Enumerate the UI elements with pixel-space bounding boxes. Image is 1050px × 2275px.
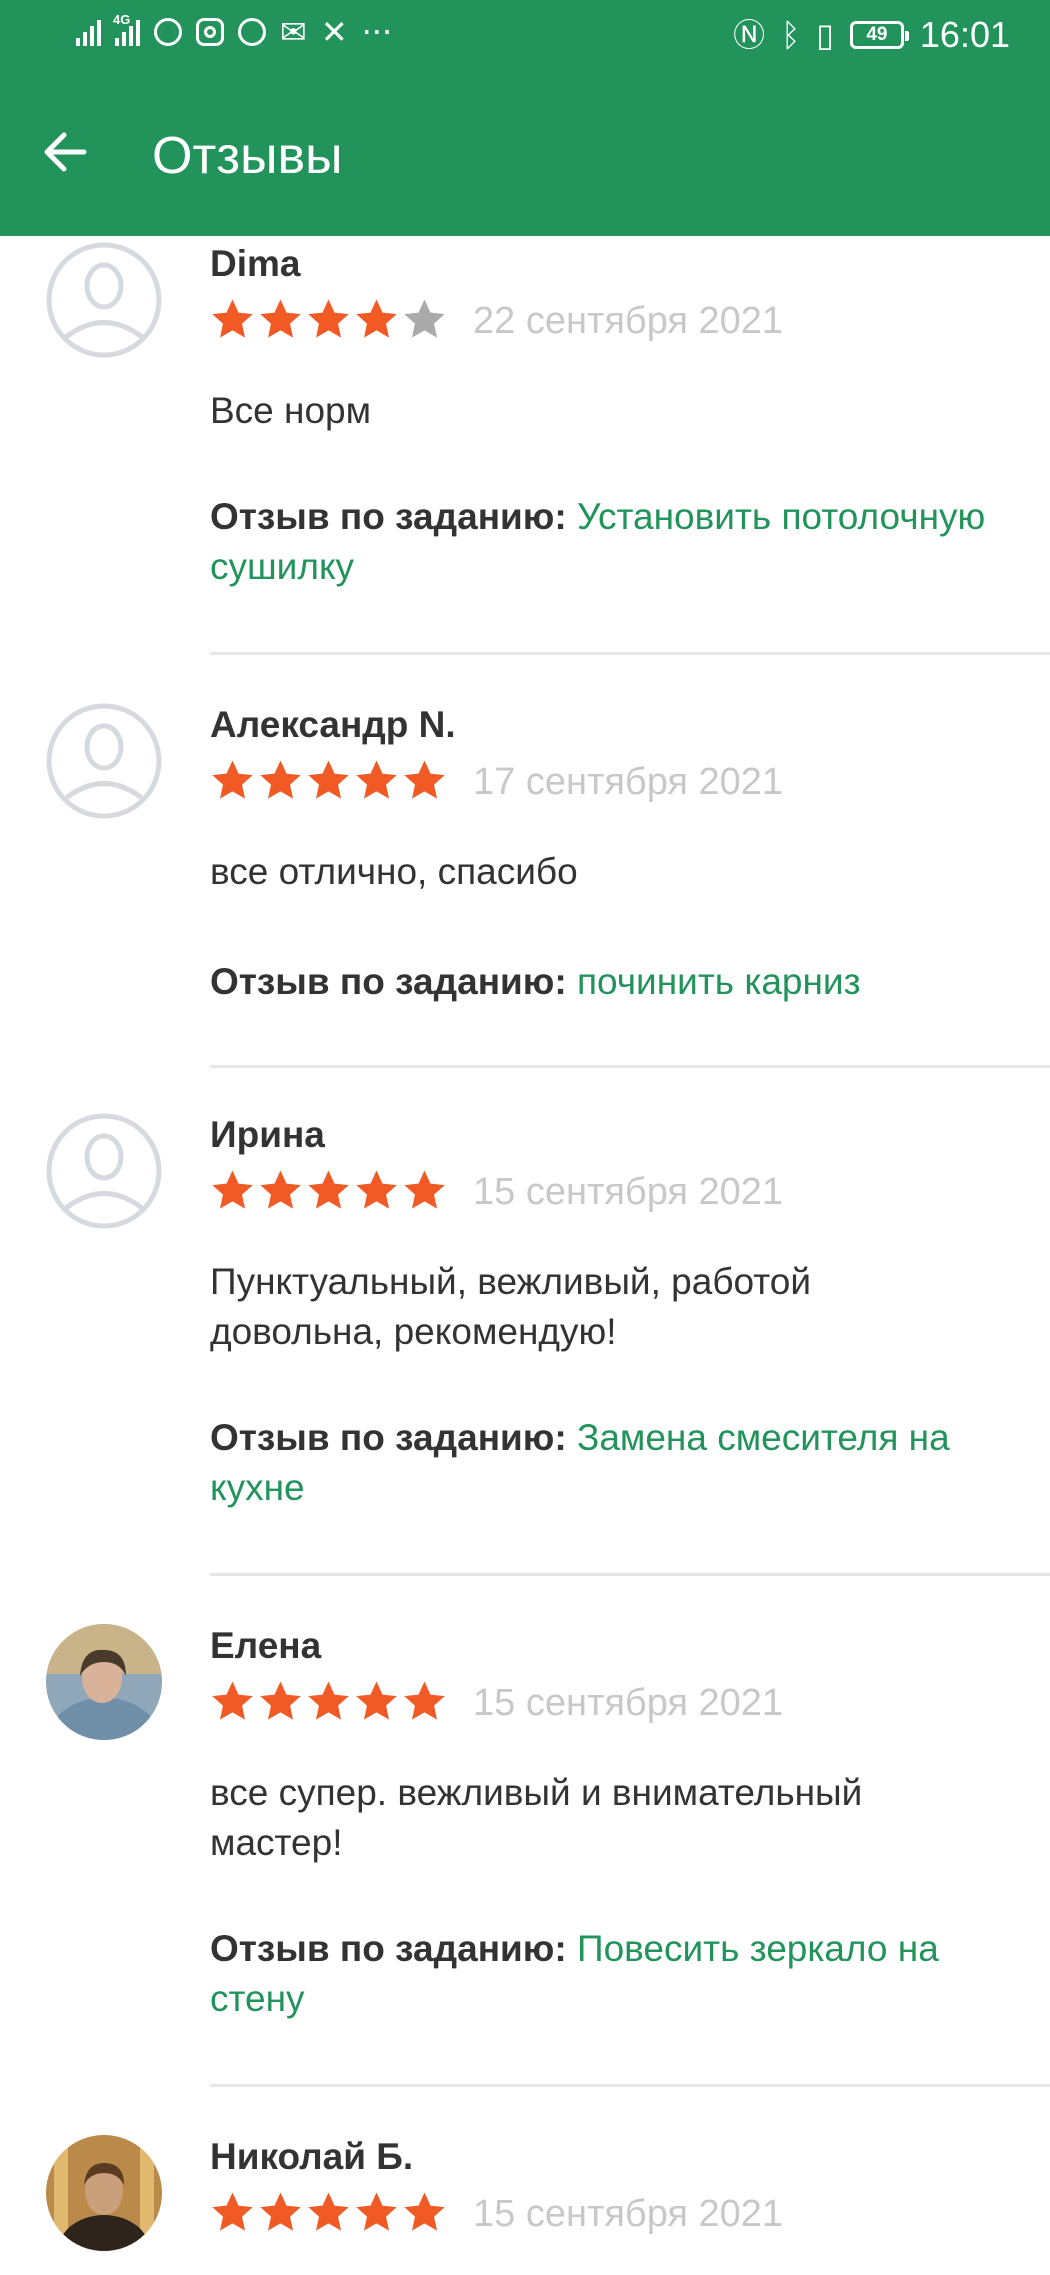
arrow-left-icon[interactable]: [38, 124, 94, 180]
rating-stars: [210, 1680, 447, 1723]
task-label: Отзыв по заданию:: [210, 1417, 567, 1458]
star-filled-icon: [356, 1170, 397, 1209]
star-filled-icon: [308, 1681, 349, 1720]
status-bar-right: Ⓝ ᛒ ▯ 49 16:01: [733, 14, 1010, 56]
star-filled-icon: [404, 1170, 445, 1209]
star-filled-icon: [260, 1170, 301, 1209]
star-filled-icon: [404, 2192, 445, 2231]
avatar-placeholder-icon: [46, 242, 162, 358]
x-icon: ✕: [320, 13, 348, 51]
network-type: 4G: [113, 12, 131, 27]
reviewer-name: Николай Б.: [210, 2136, 414, 2177]
star-filled-icon: [212, 760, 253, 799]
review-date: 15 сентября 2021: [473, 2193, 784, 2235]
divider: [210, 1573, 1050, 1576]
rating-stars: [210, 1169, 447, 1212]
rating-stars: [210, 2191, 447, 2234]
review-text: все супер. вежливый и внимательный масте…: [210, 1772, 863, 1863]
avatar-placeholder-icon: [46, 703, 162, 819]
star-filled-icon: [260, 299, 301, 338]
task-label: Отзыв по заданию:: [210, 496, 567, 537]
review-date: 15 сентября 2021: [473, 1682, 784, 1724]
star-filled-icon: [308, 760, 349, 799]
task-label: Отзыв по заданию:: [210, 961, 567, 1002]
messenger-icon: [238, 18, 266, 46]
star-filled-icon: [308, 299, 349, 338]
review-task: Отзыв по заданию: Замена смесителя на ку…: [210, 1413, 1040, 1513]
signal-icon: [76, 18, 101, 46]
review-date: 15 сентября 2021: [473, 1171, 784, 1213]
star-filled-icon: [260, 760, 301, 799]
rating-stars: [210, 298, 447, 341]
star-filled-icon: [356, 1681, 397, 1720]
reviewer-name: Dima: [210, 243, 301, 284]
star-filled-icon: [308, 1170, 349, 1209]
task-label: Отзыв по заданию:: [210, 1928, 567, 1969]
app-notification-icon: [154, 18, 182, 46]
review-text: все отлично, спасибо: [210, 851, 578, 892]
page-title: Отзывы: [152, 127, 343, 185]
reviewer-name: Елена: [210, 1625, 322, 1666]
avatar-photo: [46, 1624, 162, 1740]
star-filled-icon: [404, 760, 445, 799]
review-date: 17 сентября 2021: [473, 761, 784, 803]
app-header: 4G ✉ ✕ ··· Ⓝ ᛒ ▯ 49 16:01 Отзывы: [0, 0, 1050, 236]
nfc-icon: Ⓝ: [733, 16, 766, 54]
rating-stars: [210, 759, 447, 802]
star-filled-icon: [356, 299, 397, 338]
reviewer-name: Ирина: [210, 1114, 325, 1155]
review-text: Все норм: [210, 390, 372, 431]
divider: [210, 2084, 1050, 2087]
reviewer-name: Александр N.: [210, 704, 456, 745]
instagram-icon: [196, 18, 224, 46]
star-filled-icon: [212, 2192, 253, 2231]
review-task: Отзыв по заданию: починить карниз: [210, 957, 1040, 1007]
review-text: Пунктуальный, вежливый, работой довольна…: [210, 1261, 812, 1352]
task-link[interactable]: починить карниз: [577, 961, 861, 1002]
star-filled-icon: [212, 1170, 253, 1209]
avatar-photo: [46, 2135, 162, 2251]
mail-icon: ✉: [280, 13, 307, 51]
divider: [210, 652, 1050, 655]
status-time: 16:01: [919, 14, 1010, 55]
star-filled-icon: [212, 1681, 253, 1720]
status-bar: 4G ✉ ✕ ··· Ⓝ ᛒ ▯ 49 16:01: [0, 0, 1050, 72]
star-empty-icon: [404, 299, 445, 338]
review-task: Отзыв по заданию: Повесить зеркало на ст…: [210, 1924, 1040, 2024]
star-filled-icon: [356, 2192, 397, 2231]
vibrate-icon: ▯: [816, 16, 834, 54]
star-filled-icon: [260, 2192, 301, 2231]
review-date: 22 сентября 2021: [473, 300, 784, 342]
divider: [210, 1065, 1050, 1068]
star-filled-icon: [260, 1681, 301, 1720]
battery-level: 49: [866, 24, 888, 45]
star-filled-icon: [212, 299, 253, 338]
bluetooth-icon: ᛒ: [781, 16, 801, 54]
more-notifications-icon: ···: [361, 13, 393, 51]
star-filled-icon: [308, 2192, 349, 2231]
review-task: Отзыв по заданию: Установить потолочную …: [210, 492, 1040, 592]
star-filled-icon: [404, 1681, 445, 1720]
signal-4g-icon: 4G: [113, 12, 140, 46]
status-bar-left: 4G ✉ ✕ ···: [76, 12, 393, 51]
battery-icon: 49: [849, 21, 909, 49]
avatar-placeholder-icon: [46, 1113, 162, 1229]
star-filled-icon: [356, 760, 397, 799]
